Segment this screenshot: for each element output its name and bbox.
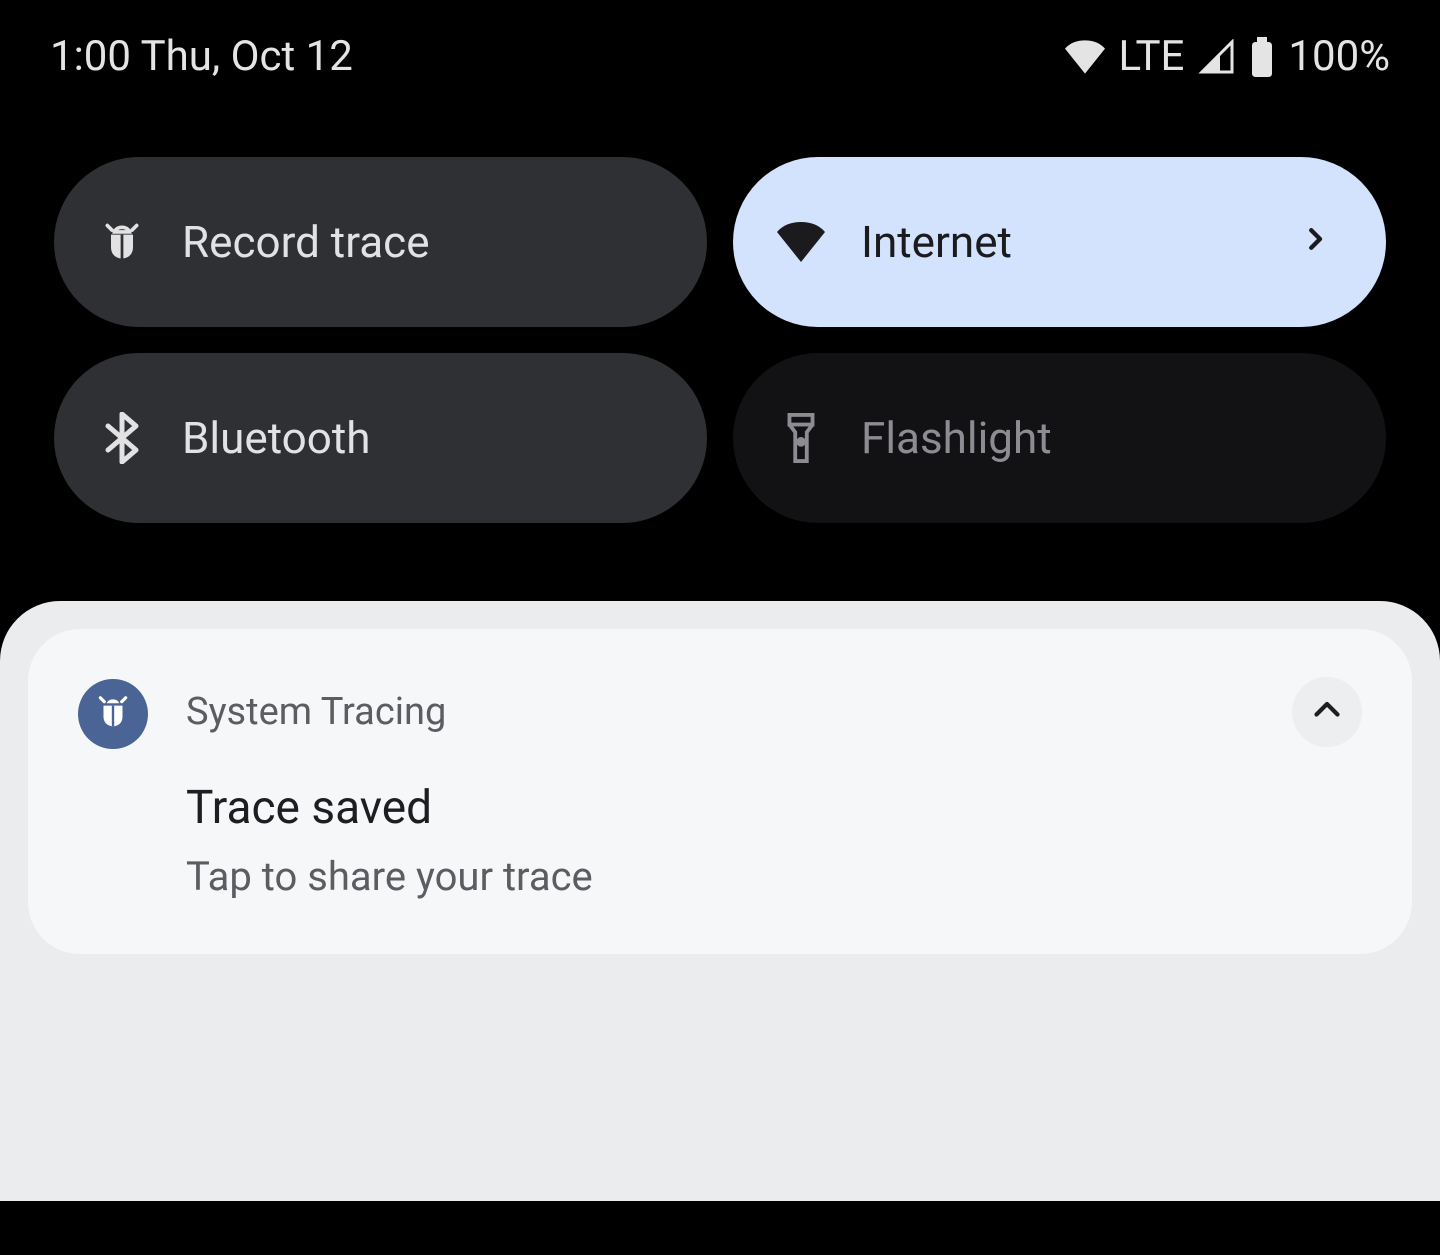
status-bar: 1:00 Thu, Oct 12 LTE 100% bbox=[0, 0, 1440, 101]
chevron-right-icon bbox=[1300, 224, 1336, 260]
qs-tile-label: Record trace bbox=[182, 216, 657, 268]
notification-body: Tap to share your trace bbox=[186, 853, 1362, 900]
qs-tile-label: Flashlight bbox=[861, 412, 1336, 464]
status-indicators: LTE 100% bbox=[1065, 32, 1391, 81]
network-type-label: LTE bbox=[1119, 32, 1185, 81]
qs-tile-flashlight[interactable]: Flashlight bbox=[733, 353, 1386, 523]
bug-icon bbox=[94, 693, 132, 735]
cellular-signal-icon bbox=[1198, 39, 1236, 75]
notification-collapse-button[interactable] bbox=[1292, 677, 1362, 747]
wifi-icon bbox=[777, 218, 825, 266]
notification-title: Trace saved bbox=[186, 781, 1362, 835]
qs-tile-record-trace[interactable]: Record trace bbox=[54, 157, 707, 327]
notification-card[interactable]: System Tracing Trace saved Tap to share … bbox=[28, 629, 1412, 954]
wifi-status-icon bbox=[1065, 40, 1105, 74]
status-time-date: 1:00 Thu, Oct 12 bbox=[50, 32, 353, 81]
qs-tile-bluetooth[interactable]: Bluetooth bbox=[54, 353, 707, 523]
battery-icon bbox=[1250, 37, 1274, 77]
bluetooth-icon bbox=[98, 414, 146, 462]
qs-tile-internet[interactable]: Internet bbox=[733, 157, 1386, 327]
notification-panel: System Tracing Trace saved Tap to share … bbox=[0, 601, 1440, 1201]
battery-percentage: 100% bbox=[1288, 32, 1390, 81]
notification-content: System Tracing Trace saved Tap to share … bbox=[186, 677, 1362, 900]
bug-icon bbox=[98, 218, 146, 266]
notification-app-icon-badge bbox=[78, 679, 148, 749]
qs-tile-label: Bluetooth bbox=[182, 412, 657, 464]
flashlight-icon bbox=[777, 414, 825, 462]
qs-tile-label: Internet bbox=[861, 216, 1264, 268]
quick-settings-panel: Record trace Internet Bluetooth bbox=[0, 101, 1440, 523]
notification-app-name: System Tracing bbox=[186, 690, 446, 734]
chevron-up-icon bbox=[1309, 692, 1345, 732]
